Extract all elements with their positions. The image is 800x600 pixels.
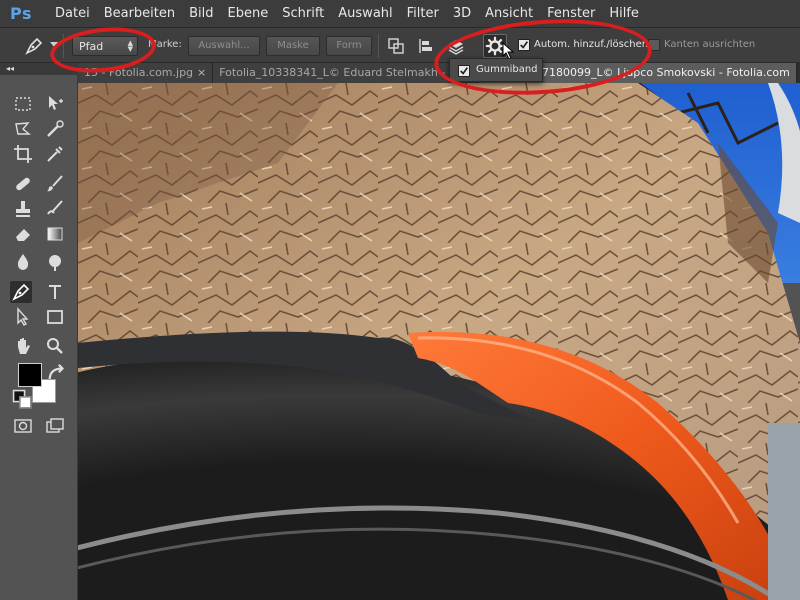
path-options-popup: Gummiband xyxy=(449,58,543,82)
auto-add-delete-label: Autom. hinzuf./löschen xyxy=(534,39,649,50)
align-edges-label: Kanten ausrichten xyxy=(664,39,756,50)
rectangular-marquee-icon[interactable] xyxy=(12,93,34,115)
make-mask-button[interactable]: Maske xyxy=(266,36,320,56)
mode-select[interactable]: Pfad ▲ ▼ xyxy=(72,36,138,56)
dodge-icon[interactable] xyxy=(44,251,66,273)
canvas-photo xyxy=(78,83,800,600)
type-tool-icon[interactable] xyxy=(44,281,66,303)
menu-datei[interactable]: Datei xyxy=(48,6,97,21)
make-selection-button[interactable]: Auswahl... xyxy=(188,36,260,56)
tools-panel-collapse[interactable]: ◂◂ xyxy=(0,63,78,75)
mode-select-value: Pfad xyxy=(79,40,104,53)
menu-ansicht[interactable]: Ansicht xyxy=(478,6,540,21)
menu-filter[interactable]: Filter xyxy=(400,6,446,21)
menu-bar: Ps Datei Bearbeiten Bild Ebene Schrift A… xyxy=(0,0,800,27)
brush-icon[interactable] xyxy=(44,173,66,195)
default-colors-icon[interactable] xyxy=(12,389,32,409)
foreground-color-swatch[interactable] xyxy=(18,363,42,387)
divider xyxy=(378,34,379,58)
healing-brush-icon[interactable] xyxy=(12,173,34,195)
eraser-icon[interactable] xyxy=(12,223,34,245)
document-canvas[interactable] xyxy=(78,83,800,600)
make-shape-button[interactable]: Form xyxy=(326,36,372,56)
menu-fenster[interactable]: Fenster xyxy=(540,6,602,21)
move-icon[interactable] xyxy=(44,93,66,115)
eyedropper-icon[interactable] xyxy=(44,143,66,165)
crop-icon[interactable] xyxy=(12,143,34,165)
menu-bild[interactable]: Bild xyxy=(182,6,220,21)
blur-icon[interactable] xyxy=(12,251,34,273)
options-bar: Pfad ▲ ▼ Marke: Auswahl... Maske Form Aut… xyxy=(0,27,800,63)
hand-icon[interactable] xyxy=(12,335,34,357)
history-brush-icon[interactable] xyxy=(44,198,66,220)
spinner-arrows-icon: ▲ ▼ xyxy=(127,39,133,53)
menu-ebene[interactable]: Ebene xyxy=(221,6,276,21)
menu-auswahl[interactable]: Auswahl xyxy=(331,6,399,21)
document-tab[interactable]: Fotolia_10338341_L© Eduard Stelmakh - Fo… xyxy=(213,63,480,83)
photoshop-logo: Ps xyxy=(10,4,32,23)
path-arrangement-icon[interactable] xyxy=(446,36,466,56)
path-alignment-icon[interactable] xyxy=(416,36,436,56)
menu-hilfe[interactable]: Hilfe xyxy=(602,6,646,21)
menu-3d[interactable]: 3D xyxy=(446,6,478,21)
rubber-band-checkbox[interactable] xyxy=(458,65,470,77)
clone-stamp-icon[interactable] xyxy=(12,198,34,220)
gradient-icon[interactable] xyxy=(44,223,66,245)
path-selection-icon[interactable] xyxy=(12,306,34,328)
document-tab[interactable]: 15 - Fotolia.com.jpg × xyxy=(78,63,214,83)
swap-colors-icon[interactable] xyxy=(46,363,65,380)
path-operations-icon[interactable] xyxy=(386,36,406,56)
quick-selection-icon[interactable] xyxy=(44,118,66,140)
make-label: Marke: xyxy=(148,39,182,50)
document-tabs: 15 - Fotolia.com.jpg × Fotolia_10338341_L… xyxy=(78,63,800,83)
screen-mode-icon[interactable] xyxy=(44,415,66,437)
menu-schrift[interactable]: Schrift xyxy=(275,6,331,21)
pen-tool-preset-icon[interactable] xyxy=(24,36,44,56)
document-tab-label: 15 - Fotolia.com.jpg xyxy=(84,66,194,79)
tool-preset-dropdown-icon[interactable] xyxy=(50,42,58,47)
align-edges-checkbox[interactable] xyxy=(648,39,660,51)
menu-bearbeiten[interactable]: Bearbeiten xyxy=(97,6,182,21)
document-tab-label: Fotolia_10338341_L© Eduard Stelmakh - Fo… xyxy=(219,66,473,79)
quick-mask-icon[interactable] xyxy=(12,415,34,437)
close-tab-icon[interactable]: × xyxy=(193,66,206,79)
lasso-icon[interactable] xyxy=(12,118,34,140)
tools-panel: ◂◂ xyxy=(0,63,78,600)
divider xyxy=(63,34,64,58)
rectangle-shape-icon[interactable] xyxy=(44,306,66,328)
rubber-band-label: Gummiband xyxy=(476,64,538,75)
auto-add-delete-checkbox[interactable] xyxy=(518,39,530,51)
zoom-icon[interactable] xyxy=(44,335,66,357)
pen-tool-icon[interactable] xyxy=(10,281,32,303)
